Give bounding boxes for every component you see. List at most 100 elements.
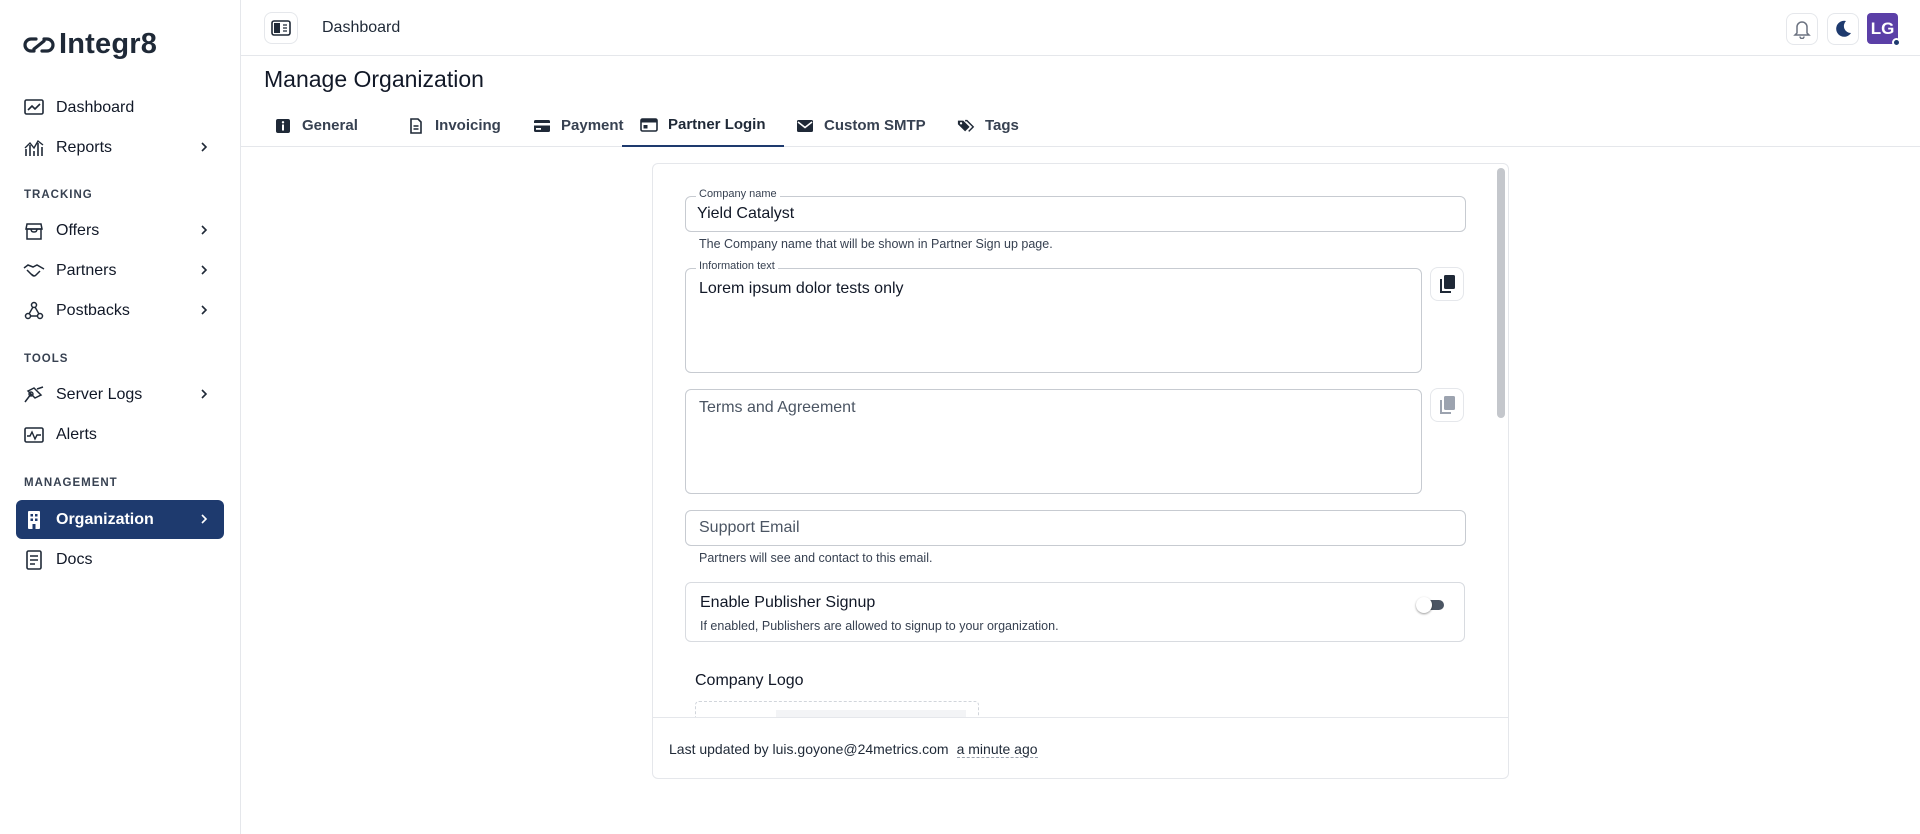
tab-partner-login[interactable]: Partner Login (622, 104, 784, 147)
link-logo-icon (23, 36, 55, 53)
sidebar-item-partners[interactable]: Partners (16, 251, 224, 290)
breadcrumb[interactable]: Dashboard (322, 19, 400, 37)
invoice-icon (410, 117, 422, 134)
notifications-button[interactable] (1786, 13, 1818, 45)
form-scrollbar[interactable] (1497, 168, 1505, 418)
tab-label: Custom SMTP (824, 117, 926, 134)
chevron-right-icon (201, 305, 208, 315)
last-updated-text: Last updated by luis.goyone@24metrics.co… (669, 741, 949, 757)
mail-icon (797, 119, 813, 132)
publisher-signup-toggle[interactable] (1416, 597, 1446, 613)
sidebar-item-alerts[interactable]: Alerts (16, 415, 224, 454)
tab-label: General (302, 117, 358, 134)
bell-icon (1793, 21, 1811, 39)
postbacks-icon (23, 300, 45, 322)
sidebar-toggle-button[interactable] (264, 12, 298, 44)
information-text-field: Information text (685, 260, 1422, 373)
support-email-input[interactable] (686, 511, 1465, 545)
support-email-field (685, 510, 1466, 546)
section-label-tracking: TRACKING (24, 189, 93, 201)
sidebar-item-offers[interactable]: Offers (16, 211, 224, 250)
status-dot (1892, 38, 1901, 47)
chevron-right-icon (201, 142, 208, 152)
publisher-signup-setting: Enable Publisher Signup If enabled, Publ… (685, 582, 1465, 642)
brand-name: Integr8 (59, 28, 158, 60)
sidebar-item-label: Offers (56, 221, 100, 239)
sidebar-item-label: Postbacks (56, 301, 130, 319)
sidebar-item-label: Reports (56, 138, 113, 156)
sidebar-item-label: Server Logs (56, 385, 143, 403)
reports-icon (23, 137, 45, 159)
brand-logo[interactable]: Integr8 (23, 28, 157, 61)
topbar: Dashboard (241, 0, 1920, 56)
company-name-label: Company name (696, 188, 780, 200)
form-scroll-area[interactable]: Company name The Company name that will … (653, 164, 1496, 717)
signup-description: If enabled, Publishers are allowed to si… (700, 619, 1059, 633)
card-footer: Last updated by luis.goyone@24metrics.co… (653, 717, 1508, 778)
tab-label: Invoicing (435, 117, 501, 134)
section-label-management: MANAGEMENT (24, 477, 118, 489)
company-name-input[interactable] (686, 197, 1465, 231)
sidebar-item-label: Partners (56, 261, 117, 279)
company-name-helper: The Company name that will be shown in P… (699, 237, 1053, 251)
sidebar-toggle-icon (271, 20, 291, 36)
dark-mode-button[interactable] (1827, 13, 1859, 45)
tab-label: Tags (985, 117, 1019, 134)
tab-label: Payment (561, 117, 624, 134)
signup-title: Enable Publisher Signup (700, 594, 876, 611)
server-logs-icon (23, 384, 45, 406)
sidebar-item-reports[interactable]: Reports (16, 128, 224, 167)
terms-input[interactable] (686, 390, 1421, 493)
sidebar-item-server-logs[interactable]: Server Logs (16, 375, 224, 414)
sidebar-item-organization[interactable]: Organization (16, 500, 224, 539)
tab-tags[interactable]: Tags (939, 104, 1037, 147)
last-updated-time[interactable]: a minute ago (956, 741, 1038, 758)
sidebar-item-label: Alerts (56, 425, 97, 443)
sidebar-item-dashboard[interactable]: Dashboard (16, 88, 224, 127)
partner-login-card: Company name The Company name that will … (652, 163, 1509, 779)
avatar-initials: LG (1870, 18, 1895, 38)
tab-bar: General Invoicing Payment Partner Login … (241, 104, 1920, 147)
chevron-right-icon (201, 389, 208, 399)
dashboard-icon (23, 97, 45, 119)
alerts-icon (23, 424, 45, 446)
tab-general[interactable]: General (256, 104, 376, 147)
login-card-icon (640, 117, 658, 132)
tab-label: Partner Login (668, 116, 766, 133)
card-icon (534, 119, 550, 132)
tab-custom-smtp[interactable]: Custom SMTP (778, 104, 944, 147)
information-text-label: Information text (696, 260, 778, 272)
sidebar-item-docs[interactable]: Docs (16, 540, 224, 579)
chevron-right-icon (201, 225, 208, 235)
page-title: Manage Organization (264, 66, 484, 92)
terms-field (685, 389, 1422, 494)
partners-icon (23, 260, 45, 282)
copy-icon (1440, 275, 1455, 293)
moon-icon (1836, 20, 1851, 37)
company-logo-label: Company Logo (695, 672, 804, 689)
information-text-input[interactable] (686, 269, 1421, 372)
chevron-right-icon (201, 514, 208, 524)
sidebar-item-label: Docs (56, 550, 93, 568)
company-logo-dropzone[interactable] (695, 701, 979, 717)
tags-icon (957, 119, 975, 132)
docs-icon (23, 549, 45, 571)
offers-icon (23, 220, 45, 242)
company-name-field: Company name (685, 188, 1466, 232)
copy-icon (1440, 396, 1455, 414)
sidebar-item-postbacks[interactable]: Postbacks (16, 291, 224, 330)
logo-preview (776, 710, 966, 717)
sidebar-item-label: Organization (56, 510, 154, 528)
toggle-knob (1416, 597, 1432, 613)
organization-icon (23, 509, 45, 531)
section-label-tools: TOOLS (24, 353, 69, 365)
copy-terms-button[interactable] (1430, 388, 1464, 422)
info-icon (276, 118, 290, 133)
sidebar-item-label: Dashboard (56, 98, 135, 116)
sidebar: Integr8 Dashboard Reports TRACKING Offer… (0, 0, 241, 834)
copy-information-button[interactable] (1430, 267, 1464, 301)
chevron-right-icon (201, 265, 208, 275)
user-avatar[interactable]: LG (1867, 13, 1901, 47)
support-email-helper: Partners will see and contact to this em… (699, 551, 933, 565)
tab-invoicing[interactable]: Invoicing (389, 104, 519, 147)
